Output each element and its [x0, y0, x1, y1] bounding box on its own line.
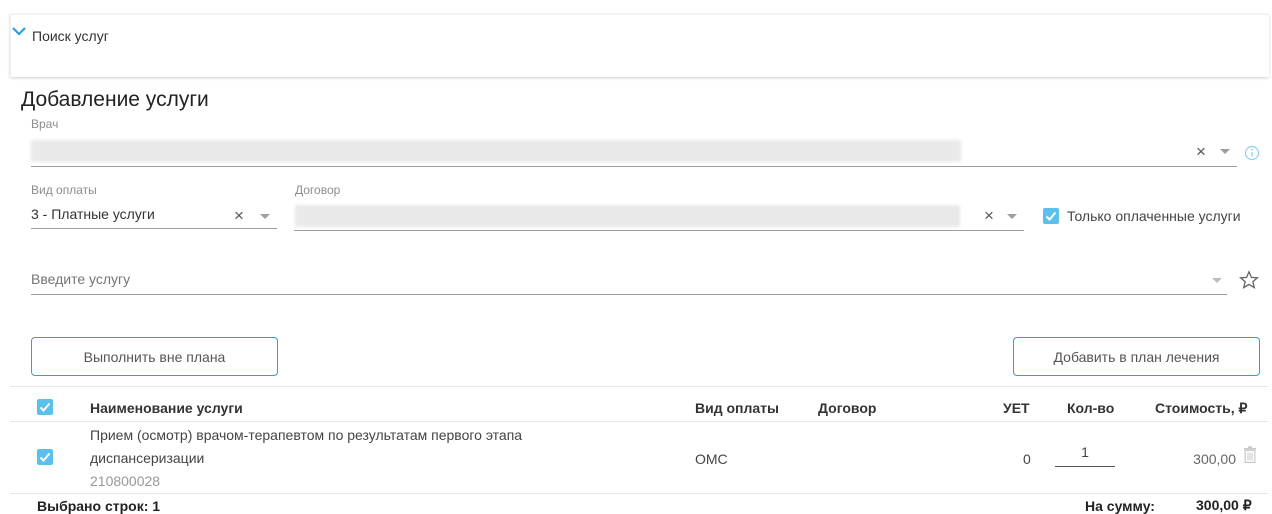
- chevron-down-icon[interactable]: [12, 26, 26, 36]
- contract-label: Договор: [295, 183, 341, 197]
- checkmark-icon: [39, 402, 51, 412]
- column-header-uet[interactable]: УЕТ: [1003, 400, 1030, 416]
- execute-outside-plan-button[interactable]: Выполнить вне плана: [31, 337, 278, 376]
- column-header-contract[interactable]: Договор: [818, 400, 876, 416]
- row-service-name-line1: Прием (осмотр) врачом-терапевтом по резу…: [90, 427, 523, 443]
- column-header-qty[interactable]: Кол-во: [1067, 400, 1114, 416]
- add-to-treatment-plan-button[interactable]: Добавить в план лечения: [1013, 337, 1260, 376]
- doctor-dropdown-icon[interactable]: [1220, 149, 1230, 154]
- payment-type-value[interactable]: 3 - Платные услуги: [31, 206, 155, 222]
- contract-field-underline: [294, 230, 1024, 231]
- contract-clear-icon[interactable]: ×: [984, 207, 994, 224]
- doctor-clear-icon[interactable]: ×: [1196, 143, 1206, 160]
- service-input[interactable]: Введите услугу: [31, 271, 130, 287]
- checkmark-icon: [1045, 211, 1057, 221]
- row-cost: 300,00: [1193, 451, 1236, 467]
- only-paid-label[interactable]: Только оплаченные услуги: [1067, 208, 1241, 224]
- select-all-checkbox[interactable]: [37, 399, 53, 415]
- sum-label: На сумму:: [1085, 498, 1155, 514]
- table-header-divider: [10, 421, 1268, 422]
- payment-field-underline: [31, 228, 277, 229]
- only-paid-checkbox[interactable]: [1043, 208, 1059, 224]
- row-payment-type: ОМС: [695, 451, 728, 467]
- table-footer-divider: [10, 493, 1268, 494]
- payment-dropdown-icon[interactable]: [260, 214, 270, 219]
- doctor-field-underline: [31, 166, 1237, 167]
- sum-value: 300,00 ₽: [1196, 497, 1252, 513]
- row-quantity-input[interactable]: 1: [1055, 444, 1115, 460]
- row-checkbox[interactable]: [37, 449, 53, 465]
- selected-rows-count: Выбрано строк: 1: [37, 498, 161, 514]
- column-header-name[interactable]: Наименование услуги: [90, 400, 243, 416]
- column-header-cost[interactable]: Стоимость, ₽: [1155, 400, 1247, 417]
- search-services-panel[interactable]: [10, 14, 1269, 77]
- doctor-label: Врач: [31, 117, 59, 131]
- row-uet: 0: [1023, 451, 1031, 467]
- info-icon[interactable]: [1244, 145, 1260, 161]
- row-service-name-line2: диспансеризации: [90, 450, 205, 466]
- contract-dropdown-icon[interactable]: [1007, 214, 1017, 219]
- star-icon[interactable]: [1239, 270, 1259, 290]
- search-panel-title[interactable]: Поиск услуг: [32, 28, 109, 44]
- payment-type-label: Вид оплаты: [31, 183, 97, 197]
- column-header-payment[interactable]: Вид оплаты: [695, 400, 779, 416]
- payment-clear-icon[interactable]: ×: [234, 207, 244, 224]
- service-input-underline: [31, 294, 1227, 295]
- section-title: Добавление услуги: [21, 88, 209, 111]
- row-service-code: 210800028: [90, 473, 161, 489]
- doctor-field-value[interactable]: [31, 140, 961, 162]
- row-quantity-underline: [1055, 466, 1115, 467]
- service-dropdown-icon[interactable]: [1212, 278, 1222, 283]
- table-top-divider: [10, 386, 1268, 387]
- contract-field-value[interactable]: [295, 205, 960, 227]
- checkmark-icon: [39, 452, 51, 462]
- trash-icon[interactable]: [1243, 446, 1257, 463]
